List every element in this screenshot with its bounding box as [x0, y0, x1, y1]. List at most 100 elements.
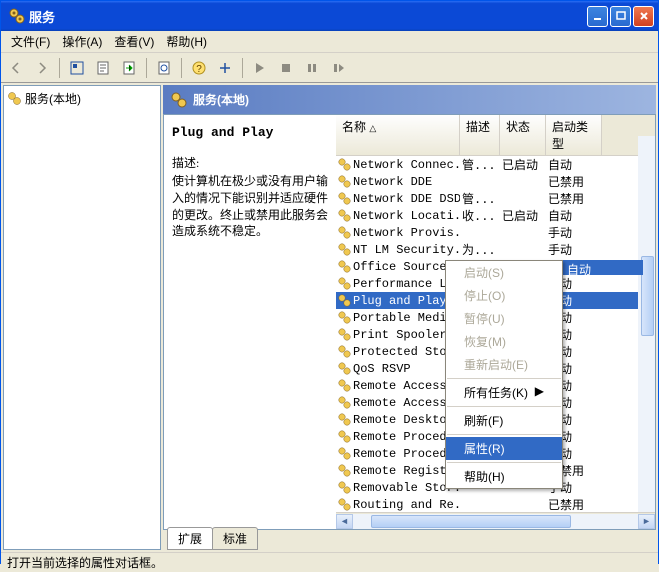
service-icon — [338, 175, 351, 188]
menu-start[interactable]: 启动(S) — [446, 261, 562, 284]
status-bar: 打开当前选择的属性对话框。 — [1, 552, 658, 572]
export-button[interactable] — [118, 57, 140, 79]
service-icon — [338, 345, 351, 358]
service-name: Remote Registry — [353, 464, 460, 478]
menu-pause[interactable]: 暂停(U) — [446, 307, 562, 330]
toolbar-button-1[interactable] — [66, 57, 88, 79]
menu-bar: 文件(F) 操作(A) 查看(V) 帮助(H) — [1, 31, 658, 53]
service-startup: 手动 — [546, 241, 602, 258]
service-name: Network DDE — [353, 175, 432, 189]
tab-extended[interactable]: 扩展 — [167, 527, 213, 550]
service-name: Portable Media.. — [353, 311, 460, 325]
tree-root-item[interactable]: 服务(本地) — [8, 90, 156, 107]
panel-heading: 服务(本地) — [193, 91, 249, 108]
scroll-right-button[interactable]: ► — [638, 514, 655, 529]
title-bar: 服务 — [1, 1, 658, 31]
menu-help[interactable]: 帮助(H) — [446, 465, 562, 488]
service-status: 已启动 — [500, 156, 546, 173]
table-row[interactable]: Network Locati..收...已启动自动 — [336, 207, 655, 224]
table-row[interactable]: NT LM Security...为...手动 — [336, 241, 655, 258]
service-desc: 管... — [460, 190, 500, 207]
service-icon — [338, 498, 351, 511]
service-name: QoS RSVP — [353, 362, 411, 376]
selected-startup-overlay: 自动 — [563, 260, 643, 275]
close-button[interactable] — [633, 6, 654, 27]
column-status[interactable]: 状态 — [500, 115, 546, 155]
app-icon — [9, 8, 25, 24]
table-row[interactable]: Routing and Re.. 已禁用 — [336, 496, 655, 513]
table-row[interactable]: Network Connec..管...已启动自动 — [336, 156, 655, 173]
table-row[interactable]: Network DDE DSDM管...已禁用 — [336, 190, 655, 207]
help-button[interactable]: ? — [188, 57, 210, 79]
menu-file[interactable]: 文件(F) — [5, 31, 56, 52]
tab-bar: 扩展 标准 — [163, 530, 656, 550]
tree-root-label: 服务(本地) — [25, 90, 81, 107]
service-name: Routing and Re.. — [353, 498, 460, 512]
toolbar-button-2[interactable] — [214, 57, 236, 79]
refresh-button[interactable] — [153, 57, 175, 79]
service-name: Office Source .. — [353, 260, 460, 274]
status-text: 打开当前选择的属性对话框。 — [7, 554, 163, 571]
properties-button[interactable] — [92, 57, 114, 79]
back-button[interactable] — [5, 57, 27, 79]
service-desc: 收... — [460, 207, 500, 224]
service-icon — [338, 430, 351, 443]
maximize-button[interactable] — [610, 6, 631, 27]
minimize-button[interactable] — [587, 6, 608, 27]
service-startup: 已禁用 — [546, 173, 602, 190]
service-name: Performance Lo.. — [353, 277, 460, 291]
scroll-left-button[interactable]: ◄ — [336, 514, 353, 529]
column-name[interactable]: 名称 △ — [336, 115, 460, 155]
service-startup: 已禁用 — [546, 496, 602, 513]
toolbar: ? — [1, 53, 658, 83]
window-title: 服务 — [29, 7, 587, 26]
hscroll-thumb[interactable] — [371, 515, 571, 528]
service-icon — [338, 447, 351, 460]
menu-action[interactable]: 操作(A) — [56, 31, 108, 52]
service-icon — [338, 192, 351, 205]
service-icon — [338, 226, 351, 239]
tab-standard[interactable]: 标准 — [212, 527, 258, 550]
service-name: Network Connec.. — [353, 158, 460, 172]
menu-stop[interactable]: 停止(O) — [446, 284, 562, 307]
menu-refresh[interactable]: 刷新(F) — [446, 409, 562, 432]
forward-button[interactable] — [31, 57, 53, 79]
service-name: Print Spooler — [353, 328, 447, 342]
service-status: 已启动 — [500, 207, 546, 224]
table-row[interactable]: Network Provis.. 手动 — [336, 224, 655, 241]
service-name: Remote Access .. — [353, 396, 460, 410]
service-icon — [338, 260, 351, 273]
service-icon — [338, 294, 351, 307]
tree-panel: 服务(本地) — [3, 85, 161, 550]
service-icon — [338, 362, 351, 375]
service-icon — [338, 464, 351, 477]
menu-restart[interactable]: 重新启动(E) — [446, 353, 562, 376]
pause-button[interactable] — [301, 57, 323, 79]
menu-resume[interactable]: 恢复(M) — [446, 330, 562, 353]
table-row[interactable]: Network DDE 已禁用 — [336, 173, 655, 190]
menu-view[interactable]: 查看(V) — [108, 31, 160, 52]
restart-button[interactable] — [327, 57, 349, 79]
service-startup: 已禁用 — [546, 190, 602, 207]
menu-all-tasks[interactable]: 所有任务(K)▶ — [446, 381, 562, 404]
description-label: 描述: — [172, 154, 328, 171]
column-desc[interactable]: 描述 — [460, 115, 500, 155]
menu-properties[interactable]: 属性(R) — [446, 437, 562, 460]
description-text: 使计算机在极少或没有用户输入的情况下能识别并适应硬件的更改。终止或禁用此服务会造… — [172, 173, 328, 240]
services-icon — [8, 92, 21, 105]
service-list: 名称 △ 描述 状态 启动类型 Network Connec..管...已启动自… — [336, 115, 655, 529]
menu-help[interactable]: 帮助(H) — [160, 31, 213, 52]
service-desc: 为... — [460, 241, 500, 258]
service-icon — [338, 158, 351, 171]
service-icon — [338, 277, 351, 290]
context-menu: 启动(S) 停止(O) 暂停(U) 恢复(M) 重新启动(E) 所有任务(K)▶… — [445, 260, 563, 489]
stop-button[interactable] — [275, 57, 297, 79]
services-icon — [171, 92, 187, 108]
service-name: Remote Desktop.. — [353, 413, 460, 427]
start-button[interactable] — [249, 57, 271, 79]
service-startup: 手动 — [546, 224, 602, 241]
column-startup[interactable]: 启动类型 — [546, 115, 602, 155]
service-name: Network Provis.. — [353, 226, 460, 240]
horizontal-scrollbar[interactable]: ◄ ► — [336, 512, 655, 529]
vertical-scrollbar[interactable] — [638, 136, 655, 512]
